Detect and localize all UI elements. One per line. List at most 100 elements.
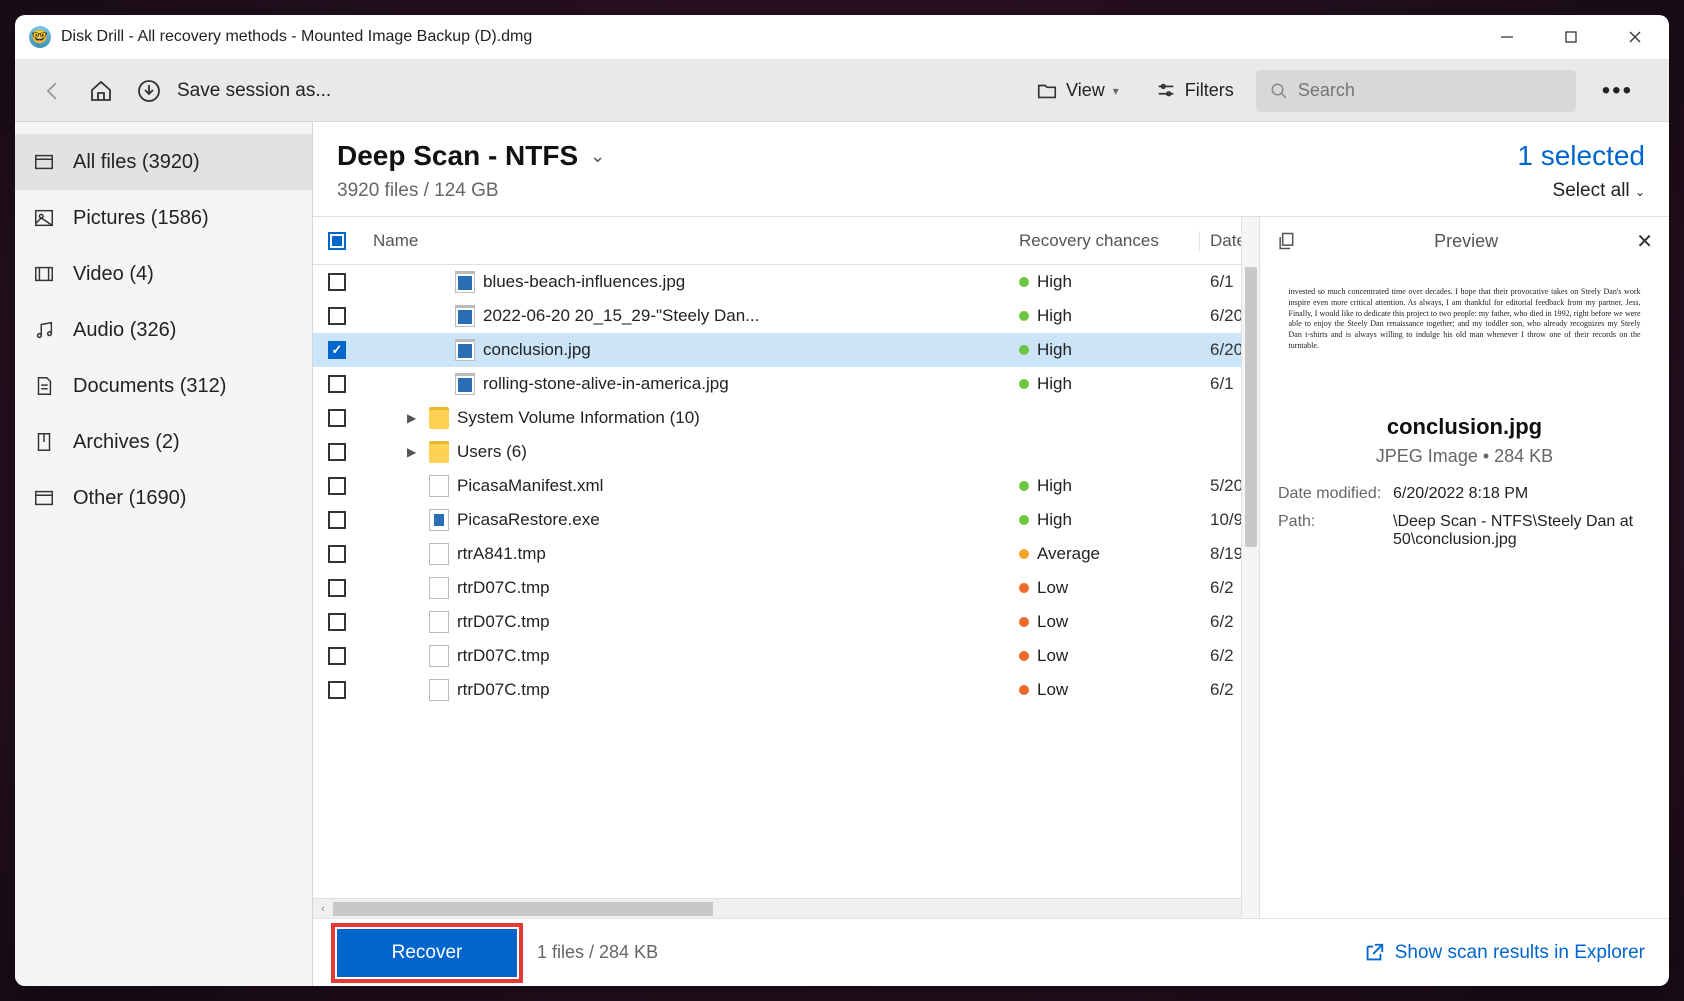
save-session-button[interactable]: Save session as... <box>177 80 331 102</box>
row-checkbox[interactable] <box>313 579 361 597</box>
preview-image-content: invested so much concentrated time over … <box>1285 283 1645 356</box>
file-icon <box>455 305 475 327</box>
row-name: rtrD07C.tmp <box>361 611 1019 633</box>
maximize-button[interactable] <box>1551 17 1591 57</box>
table-row[interactable]: rtrD07C.tmpLow6/2 <box>313 571 1259 605</box>
sidebar-item-label: Video (4) <box>73 263 154 286</box>
row-name: rtrA841.tmp <box>361 543 1019 565</box>
file-icon <box>455 339 475 361</box>
row-checkbox[interactable] <box>313 409 361 427</box>
sidebar-item-label: Documents (312) <box>73 375 226 398</box>
music-icon <box>33 319 55 341</box>
row-checkbox[interactable] <box>313 307 361 325</box>
view-label: View <box>1066 80 1105 101</box>
sidebar-item-other[interactable]: Other (1690) <box>15 470 312 526</box>
chevron-down-icon: ⌄ <box>1635 185 1645 199</box>
close-button[interactable] <box>1615 17 1655 57</box>
row-checkbox[interactable] <box>313 341 361 359</box>
file-icon <box>429 679 449 701</box>
sidebar-item-video[interactable]: Video (4) <box>15 246 312 302</box>
select-all-button[interactable]: Select all ⌄ <box>1517 180 1645 202</box>
sidebar-item-documents[interactable]: Documents (312) <box>15 358 312 414</box>
close-preview-button[interactable]: ✕ <box>1636 229 1653 254</box>
table-row[interactable]: ▶System Volume Information (10) <box>313 401 1259 435</box>
expand-arrow-icon[interactable]: ▶ <box>407 411 421 425</box>
picture-icon <box>33 207 55 229</box>
copy-icon[interactable] <box>1276 231 1296 251</box>
file-name: Users (6) <box>457 442 527 462</box>
table-row[interactable]: rtrD07C.tmpLow6/2 <box>313 639 1259 673</box>
row-checkbox[interactable] <box>313 613 361 631</box>
vertical-scrollbar[interactable] <box>1241 217 1259 918</box>
table-row[interactable]: rtrD07C.tmpLow6/2 <box>313 673 1259 707</box>
status-dot-icon <box>1019 549 1029 559</box>
sidebar-item-audio[interactable]: Audio (326) <box>15 302 312 358</box>
window-controls <box>1487 17 1655 57</box>
toolbar: Save session as... View ▾ Filters ••• <box>15 60 1669 122</box>
table-row[interactable]: PicasaManifest.xmlHigh5/20 <box>313 469 1259 503</box>
scrollbar-thumb[interactable] <box>1245 267 1257 547</box>
explorer-link-label: Show scan results in Explorer <box>1395 942 1645 964</box>
row-checkbox[interactable] <box>313 511 361 529</box>
titlebar: 🤓 Disk Drill - All recovery methods - Mo… <box>15 15 1669 60</box>
explorer-link[interactable]: Show scan results in Explorer <box>1363 942 1645 964</box>
table-row[interactable]: blues-beach-influences.jpgHigh6/1 <box>313 265 1259 299</box>
external-link-icon <box>1363 942 1385 964</box>
table-row[interactable]: conclusion.jpgHigh6/20 <box>313 333 1259 367</box>
detail-label-path: Path: <box>1278 513 1393 549</box>
row-checkbox[interactable] <box>313 681 361 699</box>
table-row[interactable]: PicasaRestore.exeHigh10/9 <box>313 503 1259 537</box>
table-row[interactable]: rtrD07C.tmpLow6/2 <box>313 605 1259 639</box>
table-row[interactable]: rtrA841.tmpAverage8/19 <box>313 537 1259 571</box>
row-checkbox[interactable] <box>313 273 361 291</box>
filters-button[interactable]: Filters <box>1141 80 1248 102</box>
file-name: PicasaManifest.xml <box>457 476 603 496</box>
file-icon <box>429 407 449 429</box>
minimize-button[interactable] <box>1487 17 1527 57</box>
more-button[interactable]: ••• <box>1584 77 1651 105</box>
main-title[interactable]: Deep Scan - NTFS <box>337 140 578 172</box>
search-box[interactable] <box>1256 70 1576 112</box>
sidebar-item-pictures[interactable]: Pictures (1586) <box>15 190 312 246</box>
row-checkbox[interactable] <box>313 477 361 495</box>
footer-summary: 1 files / 284 KB <box>537 942 658 963</box>
recover-button[interactable]: Recover <box>337 929 517 977</box>
file-name: 2022-06-20 20_15_29-"Steely Dan... <box>483 306 759 326</box>
file-name: PicasaRestore.exe <box>457 510 600 530</box>
table-body[interactable]: blues-beach-influences.jpgHigh6/12022-06… <box>313 265 1259 898</box>
file-name: rtrD07C.tmp <box>457 680 550 700</box>
stack-icon <box>33 487 55 509</box>
row-recovery: High <box>1019 340 1199 360</box>
file-icon <box>429 645 449 667</box>
row-checkbox[interactable] <box>313 545 361 563</box>
table-row[interactable]: 2022-06-20 20_15_29-"Steely Dan...High6/… <box>313 299 1259 333</box>
scroll-left-icon[interactable]: ‹ <box>313 903 333 915</box>
back-button[interactable] <box>33 71 73 111</box>
scrollbar-thumb[interactable] <box>333 902 713 916</box>
row-checkbox[interactable] <box>313 443 361 461</box>
sidebar-item-archives[interactable]: Archives (2) <box>15 414 312 470</box>
download-icon[interactable] <box>129 71 169 111</box>
file-name: rtrA841.tmp <box>457 544 546 564</box>
horizontal-scrollbar[interactable]: ‹ › <box>313 898 1259 918</box>
row-checkbox[interactable] <box>313 647 361 665</box>
body: All files (3920) Pictures (1586) Video (… <box>15 122 1669 986</box>
view-menu[interactable]: View ▾ <box>1022 80 1133 102</box>
column-checkbox[interactable] <box>313 232 361 250</box>
chevron-down-icon[interactable]: ⌄ <box>590 146 605 167</box>
search-input[interactable] <box>1298 80 1562 101</box>
document-icon <box>33 375 55 397</box>
file-name: rtrD07C.tmp <box>457 612 550 632</box>
expand-arrow-icon[interactable]: ▶ <box>407 445 421 459</box>
column-recovery[interactable]: ⌄Recovery chances <box>1019 231 1199 251</box>
table-row[interactable]: ▶ Users (6) <box>313 435 1259 469</box>
home-button[interactable] <box>81 71 121 111</box>
status-dot-icon <box>1019 651 1029 661</box>
row-name: rtrD07C.tmp <box>361 577 1019 599</box>
row-checkbox[interactable] <box>313 375 361 393</box>
file-icon <box>429 611 449 633</box>
column-name[interactable]: Name <box>361 231 1019 251</box>
row-recovery: Low <box>1019 646 1199 666</box>
sidebar-item-all-files[interactable]: All files (3920) <box>15 134 312 190</box>
table-row[interactable]: rolling-stone-alive-in-america.jpgHigh6/… <box>313 367 1259 401</box>
